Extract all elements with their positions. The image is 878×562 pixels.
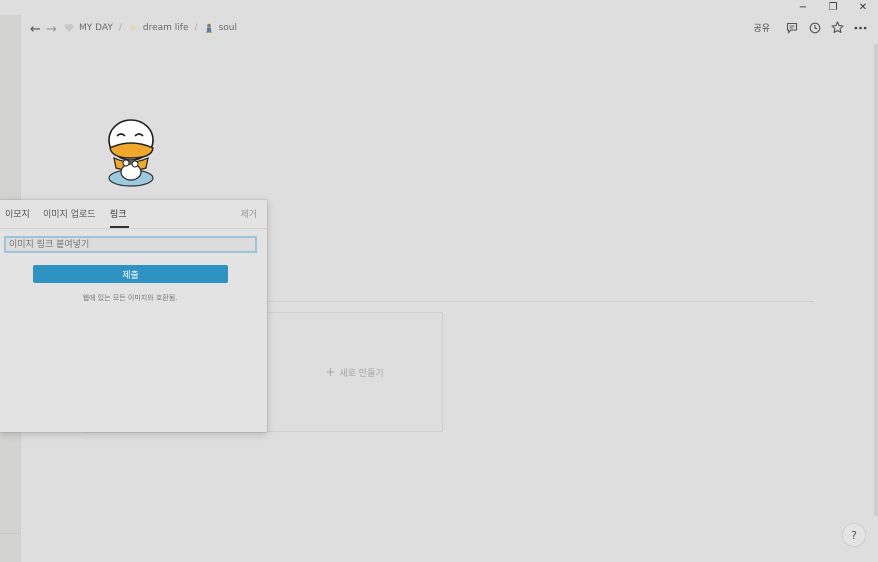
window-controls: − ❐ ✕ [788, 0, 878, 15]
breadcrumb-separator: / [194, 23, 198, 33]
tab-link[interactable]: 링크 [110, 207, 127, 220]
comment-icon[interactable] [785, 21, 798, 34]
share-button[interactable]: 공유 [753, 21, 770, 34]
icon-picker-tabs: 이모지 이미지 업로드 링크 제거 [0, 200, 267, 229]
plus-icon: + [325, 365, 336, 379]
sparkle-icon [128, 24, 137, 32]
page-actions: 공유 [753, 21, 872, 34]
breadcrumb-label: MY DAY [79, 23, 113, 33]
star-icon[interactable] [831, 21, 844, 34]
back-button[interactable]: ← [30, 22, 41, 37]
card-bottom-border [82, 432, 266, 433]
scrollbar[interactable] [874, 44, 878, 516]
breadcrumb-item-my-day[interactable]: MY DAY [64, 23, 113, 33]
tab-image-upload[interactable]: 이미지 업로드 [43, 207, 96, 220]
topbar: ← → MY DAY / dream life / soul 공유 [20, 15, 878, 45]
remove-button[interactable]: 제거 [240, 207, 257, 220]
breadcrumb-label: dream life [142, 23, 189, 33]
breadcrumb: MY DAY / dream life / soul [64, 23, 237, 33]
heart-icon [64, 24, 74, 32]
link-hint-text: 웹에 있는 모든 이미지와 호환됨. [82, 294, 178, 302]
close-button[interactable]: ✕ [848, 0, 878, 15]
more-icon[interactable] [854, 21, 867, 34]
duck-character-icon[interactable] [106, 118, 158, 188]
restore-button[interactable]: ❐ [818, 0, 848, 15]
new-item-label: 새로 만들기 [339, 368, 384, 379]
icon-picker-popup: 이모지 이미지 업로드 링크 제거 제출 웹에 있는 모든 이미지와 호환됨. [0, 200, 267, 432]
breadcrumb-item-soul[interactable]: soul [204, 23, 237, 33]
forward-button[interactable]: → [46, 22, 57, 37]
image-link-input[interactable] [4, 236, 257, 253]
breadcrumb-label: soul [218, 23, 237, 33]
minimize-button[interactable]: − [788, 0, 818, 15]
submit-button[interactable]: 제출 [33, 265, 228, 283]
clock-icon[interactable] [808, 21, 821, 34]
statue-icon [205, 23, 212, 33]
breadcrumb-item-dream-life[interactable]: dream life [128, 23, 189, 33]
breadcrumb-separator: / [118, 23, 122, 33]
active-tab-indicator [110, 226, 129, 228]
page-divider [268, 301, 814, 302]
help-button[interactable]: ? [842, 523, 866, 547]
tab-emoji[interactable]: 이모지 [5, 207, 30, 220]
new-item-card[interactable]: + 새로 만들기 [266, 312, 443, 432]
sidebar-divider [0, 533, 20, 534]
